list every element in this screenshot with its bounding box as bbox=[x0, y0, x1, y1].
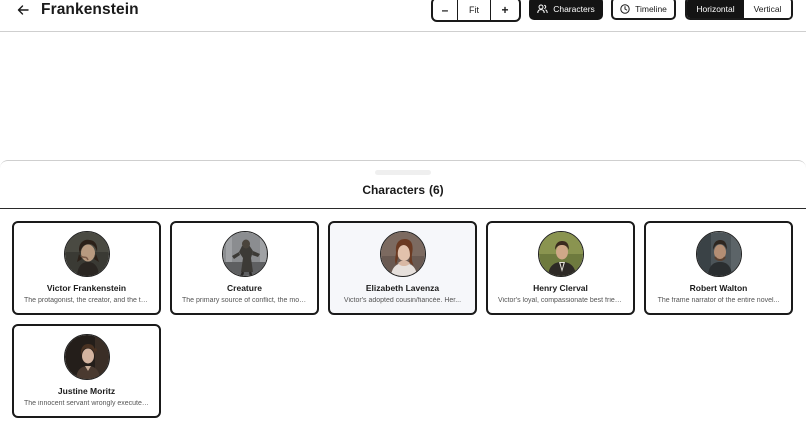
users-icon bbox=[537, 4, 548, 13]
character-card[interactable]: Henry Clerval Victor's loyal, compassion… bbox=[486, 221, 635, 315]
characters-button[interactable]: Characters bbox=[529, 0, 603, 20]
character-card[interactable]: Justine Moritz The innocent servant wron… bbox=[12, 324, 161, 418]
panel-title: Characters (6) bbox=[0, 183, 806, 197]
character-card[interactable]: Victor Frankenstein The protagonist, the… bbox=[12, 221, 161, 315]
character-card[interactable]: Robert Walton The frame narrator of the … bbox=[644, 221, 793, 315]
avatar bbox=[63, 231, 110, 277]
zoom-in-button[interactable]: + bbox=[491, 0, 519, 20]
character-description: The protagonist, the creator, and the tr… bbox=[24, 297, 149, 304]
character-card[interactable]: Elizabeth Lavenza Victor's adopted cousi… bbox=[328, 221, 477, 315]
vertical-button[interactable]: Vertical bbox=[744, 0, 791, 18]
character-description: Victor's loyal, compassionate best frien… bbox=[498, 297, 623, 304]
character-description: Victor's adopted cousin/fiancée. Her... bbox=[343, 297, 462, 304]
arrow-left-icon bbox=[17, 5, 29, 15]
avatar bbox=[537, 231, 584, 277]
timeline-button[interactable]: Timeline bbox=[611, 0, 676, 20]
horizontal-button[interactable]: Horizontal bbox=[687, 0, 744, 18]
panel-drag-handle[interactable] bbox=[375, 170, 431, 175]
zoom-controls: – Fit + bbox=[431, 0, 521, 22]
character-name: Henry Clerval bbox=[533, 283, 588, 293]
characters-button-label: Characters bbox=[553, 3, 595, 14]
panel-divider bbox=[0, 208, 806, 209]
character-description: The primary source of conflict, the mons… bbox=[182, 297, 307, 304]
character-name: Creature bbox=[227, 283, 262, 293]
zoom-out-button[interactable]: – bbox=[433, 0, 458, 20]
panel-title-count: (6) bbox=[429, 183, 444, 197]
timeline-button-label: Timeline bbox=[635, 3, 667, 14]
character-name: Robert Walton bbox=[689, 283, 748, 293]
character-name: Victor Frankenstein bbox=[46, 283, 127, 293]
panel-title-text: Characters bbox=[362, 183, 426, 197]
back-button[interactable] bbox=[12, 1, 34, 19]
orientation-toggle: Horizontal Vertical bbox=[685, 0, 793, 20]
characters-panel: Characters (6) Victor Frankenstein The p… bbox=[0, 160, 806, 425]
character-name: Justine Moritz bbox=[57, 386, 116, 396]
zoom-fit-button[interactable]: Fit bbox=[458, 0, 491, 20]
page-title: Frankenstein bbox=[41, 1, 139, 18]
character-name: Elizabeth Lavenza bbox=[365, 283, 440, 293]
graph-canvas[interactable] bbox=[0, 32, 806, 160]
clock-icon bbox=[620, 3, 630, 14]
character-description: The innocent servant wrongly executed... bbox=[24, 400, 149, 407]
avatar bbox=[695, 231, 742, 277]
character-card[interactable]: Creature The primary source of conflict,… bbox=[170, 221, 319, 315]
avatar bbox=[379, 231, 426, 277]
avatar bbox=[221, 231, 268, 277]
top-toolbar: Frankenstein – Fit + Characters Timeline… bbox=[0, 0, 806, 32]
avatar bbox=[63, 334, 110, 380]
character-description: The frame narrator of the entire novel..… bbox=[657, 297, 780, 304]
